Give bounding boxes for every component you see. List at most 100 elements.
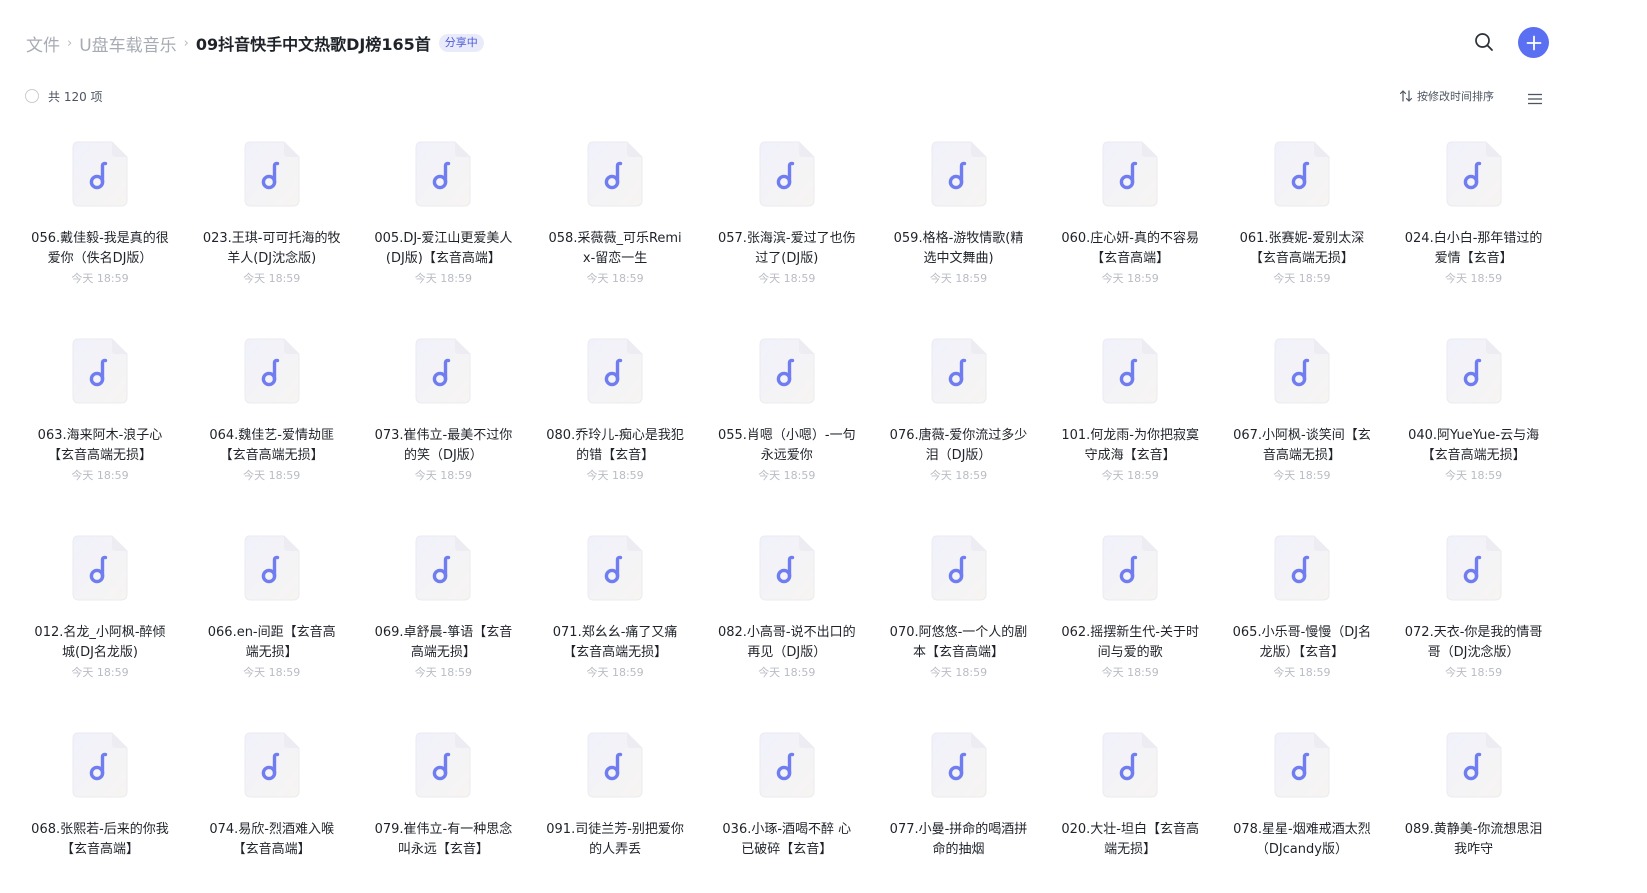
file-name: 036.小琢-酒喝不醉 心已破碎【玄音】 — [722, 822, 852, 857]
file-item[interactable]: 055.肖嗯（小嗯）-一句永远爱你 今天 18:59 — [712, 338, 862, 528]
file-item[interactable]: 069.卓舒晨-箏语【玄音高端无损】今天 18:59 — [368, 535, 518, 725]
file-name: 079.崔伟立-有一种思念叫永远【玄音】 — [374, 822, 513, 857]
file-item[interactable]: 063.海来阿木-浪子心【玄音高端无损】今天 18:59 — [25, 338, 175, 528]
file-modified-time: 今天 18:59 — [758, 272, 816, 285]
file-item[interactable]: 079.崔伟立-有一种思念叫永远【玄音】 — [368, 732, 518, 893]
file-name: 091.司徒兰芳-别把爱你的人弄丢 — [546, 822, 684, 857]
music-file-icon — [244, 535, 300, 601]
file-item[interactable]: 080.乔玲儿-痴心是我犯的错【玄音】 今天 18:59 — [540, 338, 690, 528]
file-name: 071.郑幺幺-痛了又痛【玄音高端无损】 — [552, 625, 678, 660]
music-file-icon — [244, 338, 300, 404]
file-item[interactable]: 061.张赛妮-爱别太深【玄音高端无损】 今天 18:59 — [1227, 141, 1377, 331]
file-name: 059.格格-游牧情歌(精选中文舞曲) — [893, 231, 1024, 266]
file-item[interactable]: 077.小曼-拼命的喝酒拼命的抽烟 — [884, 732, 1034, 893]
music-file-icon — [1274, 535, 1330, 601]
file-item[interactable]: 062.摇摆新生代-关于时间与爱的歌 今天 18:59 — [1055, 535, 1205, 725]
file-name: 063.海来阿木-浪子心【玄音高端无损】 — [37, 428, 163, 463]
file-modified-time: 今天 18:59 — [1444, 272, 1503, 285]
file-modified-time: 今天 18:59 — [758, 666, 816, 679]
music-file-icon — [415, 141, 471, 207]
file-item[interactable]: 058.采薇薇_可乐Remix-留恋一生 今天 18:59 — [540, 141, 690, 331]
file-item[interactable]: 071.郑幺幺-痛了又痛【玄音高端无损】 今天 18:59 — [540, 535, 690, 725]
music-file-icon — [415, 535, 471, 601]
file-name: 012.名龙_小阿枫-醉倾城(DJ名龙版) — [34, 625, 166, 660]
music-file-icon — [1102, 535, 1158, 601]
file-item[interactable]: 024.白小白-那年错过的爱情【玄音】今天 18:59 — [1399, 141, 1549, 331]
file-name: 070.阿悠悠-一个人的剧本【玄音高端】 — [889, 625, 1028, 660]
file-name: 073.崔伟立-最美不过你的笑（DJ版） — [374, 428, 513, 463]
file-modified-time: 今天 18:59 — [929, 272, 988, 285]
music-file-icon — [415, 732, 471, 798]
file-name: 078.星星-烟难戒酒太烈（DJcandy版） — [1233, 822, 1371, 857]
file-name: 080.乔玲儿-痴心是我犯的错【玄音】 — [546, 428, 684, 463]
file-name: 082.小高哥-说不出口的再见（DJ版） — [717, 625, 856, 660]
file-item[interactable]: 070.阿悠悠-一个人的剧本【玄音高端】 今天 18:59 — [884, 535, 1034, 725]
file-modified-time: 今天 18:59 — [71, 469, 129, 482]
file-item[interactable]: 005.DJ-爱江山更爱美人(DJ版)【玄音高端】今天 18:59 — [368, 141, 518, 331]
file-modified-time: 今天 18:59 — [1273, 666, 1331, 679]
file-name: 020.大壮-坦白【玄音高端无损】 — [1061, 822, 1199, 857]
file-item[interactable]: 076.唐薇-爱你流过多少泪（DJ版） 今天 18:59 — [884, 338, 1034, 528]
file-name: 060.庄心妍-真的不容易【玄音高端】 — [1061, 231, 1199, 266]
music-file-icon — [759, 535, 815, 601]
file-item[interactable]: 065.小乐哥-慢慢（DJ名龙版）【玄音】 今天 18:59 — [1227, 535, 1377, 725]
music-file-icon — [931, 141, 987, 207]
file-modified-time: 今天 18:59 — [1101, 272, 1159, 285]
file-item[interactable]: 074.易欣-烈酒难入喉【玄音高端】 — [197, 732, 347, 893]
file-item[interactable]: 073.崔伟立-最美不过你的笑（DJ版） 今天 18:59 — [368, 338, 518, 528]
file-name: 069.卓舒晨-箏语【玄音高端无损】 — [374, 625, 513, 660]
file-item[interactable]: 056.戴佳毅-我是真的很爱你（佚名DJ版） 今天 18:59 — [25, 141, 175, 331]
music-file-icon — [587, 141, 643, 207]
music-file-icon — [72, 732, 128, 798]
music-file-icon — [1446, 141, 1502, 207]
music-file-icon — [759, 338, 815, 404]
file-item[interactable]: 023.王琪-可可托海的牧羊人(DJ沈念版) 今天 18:59 — [197, 141, 347, 331]
music-file-icon — [244, 141, 300, 207]
music-file-icon — [415, 338, 471, 404]
file-item[interactable]: 059.格格-游牧情歌(精选中文舞曲) 今天 18:59 — [884, 141, 1034, 331]
file-item[interactable]: 078.星星-烟难戒酒太烈（DJcandy版） — [1227, 732, 1377, 893]
file-item[interactable]: 012.名龙_小阿枫-醉倾城(DJ名龙版) 今天 18:59 — [25, 535, 175, 725]
file-item[interactable]: 040.阿YueYue-云与海【玄音高端无损】 今天 18:59 — [1399, 338, 1549, 528]
music-file-icon — [72, 338, 128, 404]
file-name: 061.张赛妮-爱别太深【玄音高端无损】 — [1239, 231, 1365, 266]
file-modified-time: 今天 18:59 — [71, 666, 129, 679]
file-modified-time: 今天 18:59 — [1444, 666, 1503, 679]
music-file-icon — [72, 141, 128, 207]
music-file-icon — [1446, 732, 1502, 798]
file-item[interactable]: 101.何龙雨-为你把寂寞守成海【玄音】 今天 18:59 — [1055, 338, 1205, 528]
file-item[interactable]: 066.en-间距【玄音高端无损】 今天 18:59 — [197, 535, 347, 725]
file-name: 024.白小白-那年错过的爱情【玄音】 — [1404, 231, 1543, 266]
file-item[interactable]: 057.张海滨-爱过了也伤过了(DJ版) 今天 18:59 — [712, 141, 862, 331]
file-modified-time: 今天 18:59 — [243, 666, 301, 679]
music-file-icon — [1102, 141, 1158, 207]
file-modified-time: 今天 18:59 — [414, 666, 472, 679]
file-item[interactable]: 068.张熙若-后来的你我【玄音高端】 — [25, 732, 175, 893]
file-browser-page: 文件 › U盘车载音乐 › 09抖音快手中文热歌DJ榜165首 分享中 共 12… — [0, 0, 1647, 893]
file-item[interactable]: 036.小琢-酒喝不醉 心已破碎【玄音】 — [712, 732, 862, 893]
music-file-icon — [244, 732, 300, 798]
music-file-icon — [1274, 338, 1330, 404]
file-name: 057.张海滨-爱过了也伤过了(DJ版) — [717, 231, 856, 266]
file-name: 067.小阿枫-谈笑间【玄音高端无损】 — [1233, 428, 1371, 463]
file-modified-time: 今天 18:59 — [414, 272, 472, 285]
music-file-icon — [759, 141, 815, 207]
file-item[interactable]: 072.天衣-你是我的情哥哥（DJ沈念版） 今天 18:59 — [1399, 535, 1549, 725]
file-name: 023.王琪-可可托海的牧羊人(DJ沈念版) — [202, 231, 341, 266]
file-item[interactable]: 060.庄心妍-真的不容易【玄音高端】今天 18:59 — [1055, 141, 1205, 331]
music-file-icon — [1446, 535, 1502, 601]
file-item[interactable]: 091.司徒兰芳-别把爱你的人弄丢 — [540, 732, 690, 893]
file-name: 076.唐薇-爱你流过多少泪（DJ版） — [889, 428, 1028, 463]
file-grid: 056.戴佳毅-我是真的很爱你（佚名DJ版） 今天 18:59 023.王琪-可可托… — [0, 0, 1647, 893]
file-name: 005.DJ-爱江山更爱美人(DJ版)【玄音高端】 — [374, 231, 513, 266]
file-item[interactable]: 089.黄静美-你流想思泪 我咋守 — [1399, 732, 1549, 893]
file-name: 062.摇摆新生代-关于时间与爱的歌 — [1061, 625, 1199, 660]
file-modified-time: 今天 18:59 — [1444, 469, 1503, 482]
file-modified-time: 今天 18:59 — [1273, 469, 1331, 482]
music-file-icon — [931, 338, 987, 404]
music-file-icon — [1102, 338, 1158, 404]
file-item[interactable]: 082.小高哥-说不出口的再见（DJ版） 今天 18:59 — [712, 535, 862, 725]
file-item[interactable]: 064.魏佳艺-爱情劫匪【玄音高端无损】 今天 18:59 — [197, 338, 347, 528]
file-item[interactable]: 020.大壮-坦白【玄音高端无损】 — [1055, 732, 1205, 893]
file-item[interactable]: 067.小阿枫-谈笑间【玄音高端无损】今天 18:59 — [1227, 338, 1377, 528]
